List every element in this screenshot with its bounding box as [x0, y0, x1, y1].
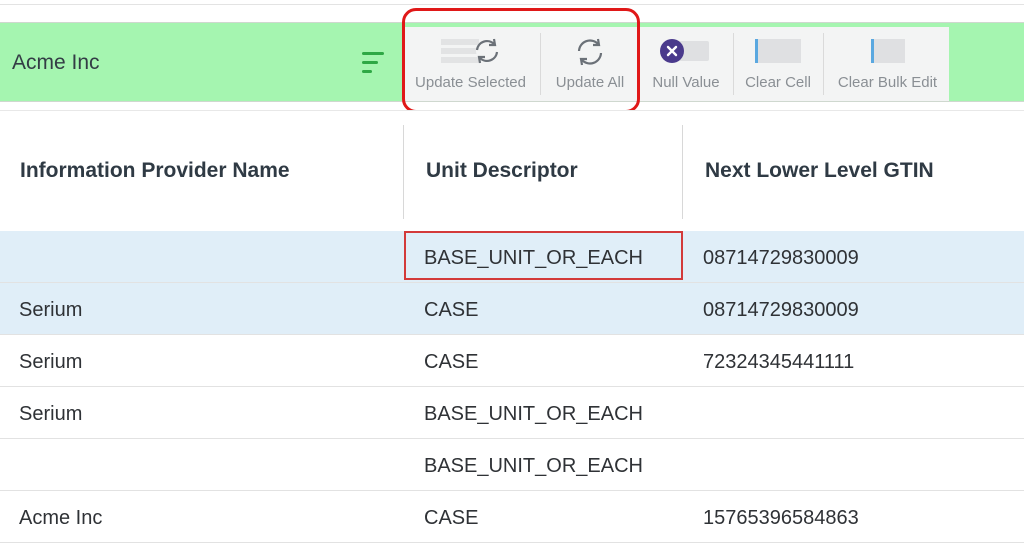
gtin-cell[interactable]: 15765396584863: [703, 507, 859, 530]
column-header-unit-descriptor[interactable]: Unit Descriptor: [426, 159, 578, 183]
null-value-button[interactable]: Null Value: [641, 27, 731, 101]
tool-divider: [733, 33, 734, 95]
table-row[interactable]: Serium CASE 08714729830009: [0, 283, 1024, 335]
table-header: Information Provider Name Unit Descripto…: [0, 110, 1024, 231]
hamburger-menu-icon[interactable]: [362, 50, 386, 76]
unit-descriptor-cell[interactable]: CASE: [424, 507, 478, 530]
clear-bulk-icon: [871, 39, 905, 63]
company-name: Acme Inc: [12, 51, 100, 74]
clear-cell-label: Clear Cell: [745, 74, 811, 91]
provider-cell[interactable]: Serium: [19, 403, 82, 426]
clear-bulk-edit-label: Clear Bulk Edit: [837, 74, 938, 91]
clear-cell-button[interactable]: Clear Cell: [735, 27, 821, 101]
null-value-label: Null Value: [652, 74, 720, 91]
gtin-cell[interactable]: 72324345441111: [703, 351, 854, 374]
provider-cell[interactable]: Serium: [19, 351, 82, 374]
column-header-gtin[interactable]: Next Lower Level GTIN: [705, 159, 934, 183]
table-row[interactable]: Acme Inc CASE 15765396584863: [0, 491, 1024, 543]
column-divider[interactable]: [682, 125, 683, 219]
gtin-cell[interactable]: 08714729830009: [703, 247, 859, 270]
provider-cell[interactable]: Acme Inc: [19, 507, 102, 530]
update-buttons-highlight: [402, 8, 640, 113]
unit-descriptor-cell[interactable]: CASE: [424, 351, 478, 374]
table-row[interactable]: Serium CASE 72324345441111: [0, 335, 1024, 387]
clear-cell-icon: [755, 39, 801, 63]
unit-descriptor-cell[interactable]: CASE: [424, 299, 478, 322]
column-header-provider[interactable]: Information Provider Name: [20, 159, 290, 183]
top-divider: [0, 4, 1024, 5]
active-cell-highlight: [404, 231, 683, 280]
clear-bulk-edit-button[interactable]: Clear Bulk Edit: [825, 27, 950, 101]
unit-descriptor-cell[interactable]: BASE_UNIT_OR_EACH: [424, 403, 643, 426]
unit-descriptor-cell[interactable]: BASE_UNIT_OR_EACH: [424, 455, 643, 478]
column-divider[interactable]: [403, 125, 404, 219]
table-row[interactable]: BASE_UNIT_OR_EACH: [0, 439, 1024, 491]
tool-divider: [823, 33, 824, 95]
table-row[interactable]: Serium BASE_UNIT_OR_EACH: [0, 387, 1024, 439]
provider-cell[interactable]: Serium: [19, 299, 82, 322]
gtin-cell[interactable]: 08714729830009: [703, 299, 859, 322]
null-toggle-icon: [660, 39, 709, 63]
